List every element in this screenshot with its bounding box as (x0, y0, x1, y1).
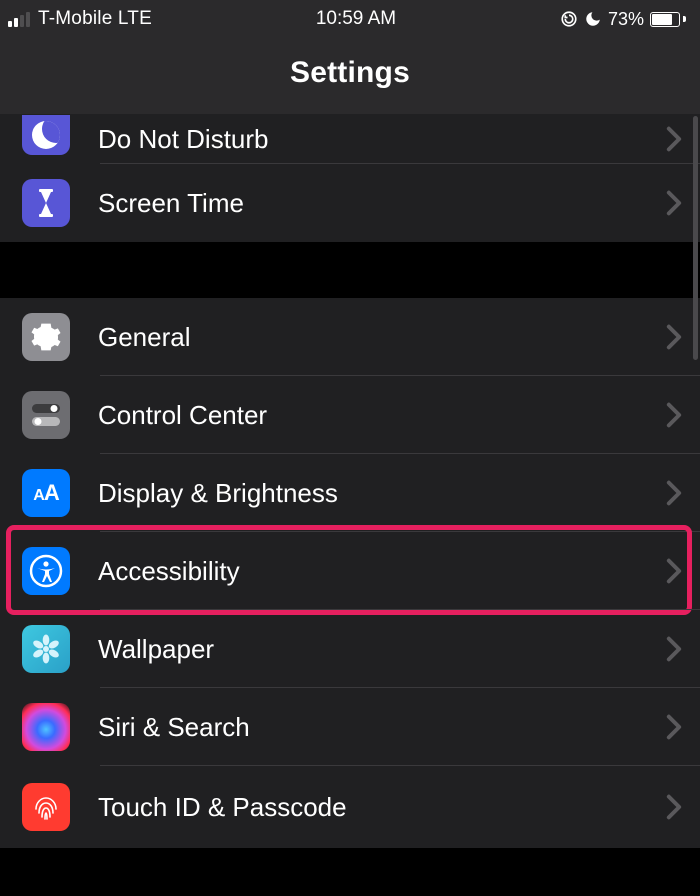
settings-section-2: General Control Center (0, 298, 700, 848)
flower-icon (22, 625, 70, 673)
chevron-right-icon (666, 480, 682, 506)
row-general[interactable]: General (0, 298, 700, 376)
row-label: Touch ID & Passcode (98, 792, 666, 823)
row-wallpaper[interactable]: Wallpaper (0, 610, 700, 688)
chevron-right-icon (666, 126, 682, 152)
chevron-right-icon (666, 636, 682, 662)
battery-pct: 73% (608, 9, 644, 30)
page-title: Settings (0, 56, 700, 90)
row-label: Control Center (98, 400, 666, 431)
row-label: Screen Time (98, 188, 666, 219)
battery-icon (650, 12, 686, 27)
orientation-lock-icon (560, 10, 578, 28)
row-control-center[interactable]: Control Center (0, 376, 700, 454)
row-do-not-disturb[interactable]: Do Not Disturb (0, 114, 700, 164)
chevron-right-icon (666, 402, 682, 428)
status-time: 10:59 AM (316, 8, 396, 30)
moon-icon (22, 115, 70, 155)
chevron-right-icon (666, 558, 682, 584)
row-label: Siri & Search (98, 712, 666, 743)
status-bar: T-Mobile LTE 10:59 AM 73% (0, 0, 700, 38)
scroll-indicator[interactable] (693, 116, 698, 360)
chevron-right-icon (666, 324, 682, 350)
row-label: Do Not Disturb (98, 124, 666, 155)
row-touch-id-passcode[interactable]: Touch ID & Passcode (0, 766, 700, 848)
signal-bars-icon (8, 11, 30, 27)
nav-header: Settings (0, 38, 700, 114)
text-size-icon: AA (22, 469, 70, 517)
row-label: Display & Brightness (98, 478, 666, 509)
hourglass-icon (22, 179, 70, 227)
chevron-right-icon (666, 190, 682, 216)
accessibility-icon (22, 547, 70, 595)
row-label: General (98, 322, 666, 353)
siri-icon (22, 703, 70, 751)
chevron-right-icon (666, 714, 682, 740)
moon-icon (584, 10, 602, 28)
switches-icon (22, 391, 70, 439)
row-screen-time[interactable]: Screen Time (0, 164, 700, 242)
row-label: Accessibility (98, 556, 666, 587)
gear-icon (22, 313, 70, 361)
section-gap (0, 242, 700, 298)
status-left: T-Mobile LTE (8, 8, 152, 30)
carrier-label: T-Mobile LTE (38, 8, 152, 30)
row-accessibility[interactable]: Accessibility (0, 532, 700, 610)
fingerprint-icon (22, 783, 70, 831)
chevron-right-icon (666, 794, 682, 820)
status-right: 73% (560, 9, 686, 30)
row-siri-search[interactable]: Siri & Search (0, 688, 700, 766)
row-display-brightness[interactable]: AA Display & Brightness (0, 454, 700, 532)
row-label: Wallpaper (98, 634, 666, 665)
settings-section-1: Do Not Disturb Screen Time (0, 114, 700, 242)
